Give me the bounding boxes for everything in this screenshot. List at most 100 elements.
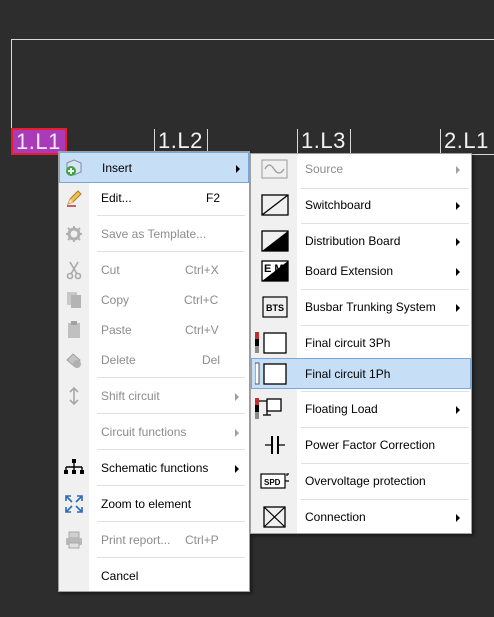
submenu-item-label: Floating Load [305, 402, 378, 416]
circuit-tag[interactable]: 1.L3 [297, 129, 351, 153]
circuit-tag-label: 1.L1 [16, 129, 61, 154]
menu-item-shortcut: Ctrl+C [184, 293, 219, 307]
menu-separator [97, 557, 245, 558]
menu-separator [301, 289, 469, 290]
circuit-tag[interactable]: 1.L2 [154, 129, 208, 153]
copy-icon [64, 290, 84, 310]
menu-item-label: Print report... [101, 533, 171, 547]
submenu-item-connection[interactable]: Connection [251, 502, 471, 532]
menu-separator [301, 391, 469, 392]
menu-item-print-report[interactable]: Print report... Ctrl+P [59, 525, 249, 555]
menu-item-label: Copy [101, 293, 130, 307]
submenu-item-label: Power Factor Correction [305, 438, 436, 452]
spd-icon: SPD [259, 471, 291, 491]
menu-item-save-as-template[interactable]: Save as Template... [59, 219, 249, 249]
submenu-item-label: Overvoltage protection [305, 474, 426, 488]
menu-item-label: Paste [101, 323, 132, 337]
submenu-item-busbar-trunking-system[interactable]: BTS Busbar Trunking System [251, 292, 471, 322]
floating-load-icon [255, 397, 289, 421]
submenu-arrow-icon [235, 393, 239, 401]
menu-separator [97, 251, 245, 252]
gear-icon [64, 224, 84, 244]
menu-item-delete[interactable]: Delete Del [59, 345, 249, 375]
menu-item-shift-circuit[interactable]: Shift circuit [59, 381, 249, 411]
board-extension-icon-text: E M [264, 263, 284, 275]
menu-item-schematic-functions[interactable]: Schematic functions [59, 453, 249, 483]
menu-separator [97, 215, 245, 216]
menu-item-circuit-functions[interactable]: Circuit functions [59, 417, 249, 447]
menu-separator [97, 485, 245, 486]
menu-item-cancel[interactable]: Cancel [59, 561, 249, 591]
menu-item-shortcut: Ctrl+X [185, 263, 219, 277]
menu-item-zoom-to-element[interactable]: Zoom to element [59, 489, 249, 519]
menu-separator [97, 449, 245, 450]
spd-icon-text: SPD [264, 478, 281, 487]
board-extension-icon: E M [261, 260, 289, 282]
bts-icon-text: BTS [266, 303, 284, 313]
distribution-board-icon [261, 230, 289, 252]
menu-item-label: Cut [101, 263, 120, 277]
menu-item-label: Cancel [101, 569, 139, 583]
menu-item-label: Zoom to element [101, 497, 192, 511]
shift-arrows-icon [64, 386, 84, 406]
menu-item-label: Insert [102, 161, 133, 175]
submenu-arrow-icon [456, 238, 460, 246]
delete-icon [64, 350, 84, 370]
submenu-item-label: Final circuit 3Ph [305, 336, 391, 350]
switchboard-icon [261, 194, 289, 216]
submenu-item-floating-load[interactable]: Floating Load [251, 394, 471, 424]
menu-item-copy[interactable]: Copy Ctrl+C [59, 285, 249, 315]
insert-submenu: Source Switchboard Distribution Board E … [250, 153, 472, 534]
menu-separator [301, 463, 469, 464]
submenu-item-label: Switchboard [305, 198, 372, 212]
menu-item-edit[interactable]: Edit... F2 [59, 183, 249, 213]
printer-icon [64, 530, 84, 550]
submenu-item-final-circuit-3ph[interactable]: Final circuit 3Ph [251, 328, 471, 358]
menu-separator [97, 413, 245, 414]
menu-separator [97, 521, 245, 522]
menu-separator [301, 223, 469, 224]
menu-item-cut[interactable]: Cut Ctrl+X [59, 255, 249, 285]
submenu-arrow-icon [456, 304, 460, 312]
submenu-item-source[interactable]: Source [251, 154, 471, 184]
menu-item-shortcut: F2 [206, 191, 221, 205]
submenu-arrow-icon [456, 166, 460, 174]
circuit-tag-label: 2.L1 [444, 128, 489, 153]
menu-item-insert[interactable]: Insert [59, 152, 249, 183]
circuit-tag[interactable]: 2.L1 [440, 129, 494, 153]
submenu-arrow-icon [456, 406, 460, 414]
menu-item-paste[interactable]: Paste Ctrl+V [59, 315, 249, 345]
source-sine-icon [261, 158, 289, 180]
capacitor-icon [263, 434, 287, 456]
menu-item-label: Shift circuit [101, 389, 160, 403]
submenu-item-power-factor-correction[interactable]: Power Factor Correction [251, 430, 471, 460]
bts-icon: BTS [262, 296, 288, 318]
submenu-item-final-circuit-1ph[interactable]: Final circuit 1Ph [251, 358, 471, 389]
submenu-item-label: Distribution Board [305, 234, 401, 248]
submenu-item-switchboard[interactable]: Switchboard [251, 190, 471, 220]
final-circuit-3ph-icon [255, 331, 289, 355]
submenu-arrow-icon [235, 465, 239, 473]
menu-separator [301, 188, 469, 189]
submenu-item-board-extension[interactable]: E M Board Extension [251, 256, 471, 286]
circuit-tag-label: 1.L2 [158, 128, 203, 153]
menu-item-shortcut: Ctrl+P [185, 533, 219, 547]
submenu-item-overvoltage-protection[interactable]: SPD Overvoltage protection [251, 466, 471, 496]
submenu-arrow-icon [456, 514, 460, 522]
context-menu: Insert Edit... F2 Save as Template... Cu… [58, 151, 250, 592]
submenu-item-label: Busbar Trunking System [305, 300, 436, 314]
edit-pencil-icon [64, 188, 84, 208]
submenu-item-label: Connection [305, 510, 366, 524]
menu-separator [97, 377, 245, 378]
scissors-icon [64, 260, 84, 280]
menu-separator [301, 427, 469, 428]
connection-box-icon [263, 506, 287, 528]
frame-border-top [11, 39, 494, 40]
submenu-item-distribution-board[interactable]: Distribution Board [251, 226, 471, 256]
insert-icon [64, 158, 84, 178]
frame-border-left [11, 39, 12, 129]
menu-item-shortcut: Del [202, 353, 221, 367]
final-circuit-1ph-icon [254, 362, 289, 386]
submenu-arrow-icon [236, 165, 240, 173]
submenu-arrow-icon [235, 429, 239, 437]
